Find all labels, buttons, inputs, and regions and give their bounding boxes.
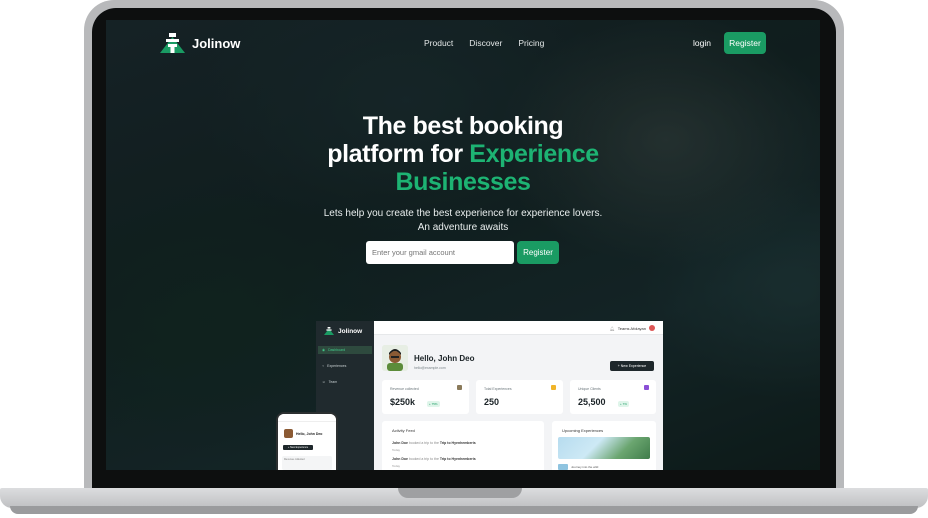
grid-icon: ◉ [322,348,326,352]
feed-name: John Doe [392,441,408,445]
dashboard-logo-text: Jolinow [338,327,363,335]
nav-pricing[interactable]: Pricing [518,38,544,48]
stat-card-experiences: Total Experiences 250 [476,380,563,414]
card-badge: + 7% [618,401,629,407]
logo-icon [160,33,185,53]
sidebar-item-label: Experiences [327,364,347,368]
list-item[interactable]: John Doe booked a trip to the Trip to Hy… [392,457,476,461]
hero-title-accent: Experience [469,140,599,168]
dashboard-logo: Jolinow [324,327,362,335]
logo-icon [324,327,334,335]
link-icon: ⌁ [322,364,325,368]
nav-product[interactable]: Product [424,38,453,48]
phone-card-label: Revenue collected [284,458,305,461]
stat-card-revenue: Revenue collected $250k + 75% [382,380,469,414]
phone-card: Revenue collected [282,456,332,470]
sidebar-item-label: Team [328,380,338,384]
team-icon: ☺ [322,380,326,384]
experience-thumb [558,464,568,470]
website-screen: Jolinow Product Discover Pricing login R… [106,20,820,470]
card-value: 25,500 [578,397,606,407]
trophy-icon [551,385,556,390]
hero-title-plain: platform for [327,140,470,168]
feed-name: John Doe [392,457,408,461]
money-icon [457,385,462,390]
experience-image[interactable] [558,437,650,459]
brand-logo[interactable]: Jolinow [160,33,240,53]
hero-subtitle-line1: Lets help you create the best experience… [323,208,603,219]
feed-time: Today [392,464,401,468]
experience-name: Journey into the wild [571,465,599,469]
card-value: 250 [484,397,500,407]
dashboard-topbar: 🔔︎ Teams Afolayan [374,321,663,335]
laptop-mockup: Jolinow Product Discover Pricing login R… [0,0,928,518]
upcoming-experiences: Upcoming Experiences Journey into the wi… [552,421,656,470]
sidebar-item-experiences[interactable]: ⌁ Experiences [318,362,372,370]
upcoming-title: Upcoming Experiences [562,428,604,433]
sidebar-item-dashboard[interactable]: ◉ Dashboard [318,346,372,354]
top-nav: Jolinow Product Discover Pricing login R… [106,20,820,66]
user-avatar-icon [382,345,408,371]
bell-icon[interactable]: 🔔︎ [610,326,615,331]
feed-action: booked a trip to the [408,441,439,445]
phone-topbar [278,414,336,422]
nav-register-button[interactable]: Register [724,32,766,54]
hero-title-line1: The best booking [362,112,564,140]
feed-place: Trip to Hyenhemberis [439,441,476,445]
dashboard-preview: Jolinow ◉ Dashboard ⌁ Experiences ☺ Team 🔔︎… [316,321,663,470]
email-input[interactable] [366,241,514,264]
brand-name: Jolinow [192,35,241,51]
laptop-notch [398,488,522,498]
card-label: Total Experiences [484,387,512,391]
clients-icon [644,385,649,390]
user-name: Teams Afolayan [617,325,646,331]
sidebar-item-team[interactable]: ☺ Team [318,378,372,386]
phone-new-button[interactable]: + New Experience [283,445,313,450]
hero-title-line3: Businesses [395,168,531,196]
laptop-base-shadow [10,506,918,514]
phone-greeting: Hello, John Deo [296,432,323,436]
hero-title: The best booking platform for Experience… [106,112,820,196]
greeting: Hello, John Deo [414,354,475,363]
avatar [284,429,293,438]
nav-links: Product Discover Pricing [424,38,544,48]
activity-feed: Activity Feed John Doe booked a trip to … [382,421,544,470]
hero-subtitle-line2: An adventure awaits [417,222,509,233]
user-email: hello@example.com [414,366,446,370]
login-link[interactable]: login [693,38,711,48]
card-label: Revenue collected [390,387,419,391]
card-badge: + 75% [427,401,440,407]
feed-action: booked a trip to the [408,457,439,461]
sidebar-item-label: Dashboard [328,348,346,352]
hero-register-button[interactable]: Register [517,241,559,264]
activity-feed-title: Activity Feed [392,428,415,433]
phone-preview: Hello, John Deo + New Experience Revenue… [276,412,338,470]
feed-place: Trip to Hyenhemberis [439,457,476,461]
feed-time: Today [392,448,401,452]
card-label: Unique Clients [578,387,601,391]
nav-discover[interactable]: Discover [469,38,502,48]
stat-card-clients: Unique Clients 25,500 + 7% [570,380,656,414]
user-menu[interactable]: 🔔︎ Teams Afolayan [610,325,655,331]
avatar [649,325,655,331]
hero-title-line2: platform for Experience [106,140,820,168]
new-experience-button[interactable]: + New Experience [610,361,654,371]
hero-subtitle: Lets help you create the best experience… [106,207,820,235]
list-item[interactable]: John Doe booked a trip to the Trip to Hy… [392,441,476,445]
card-value: $250k [390,397,416,407]
avatar [382,345,408,371]
